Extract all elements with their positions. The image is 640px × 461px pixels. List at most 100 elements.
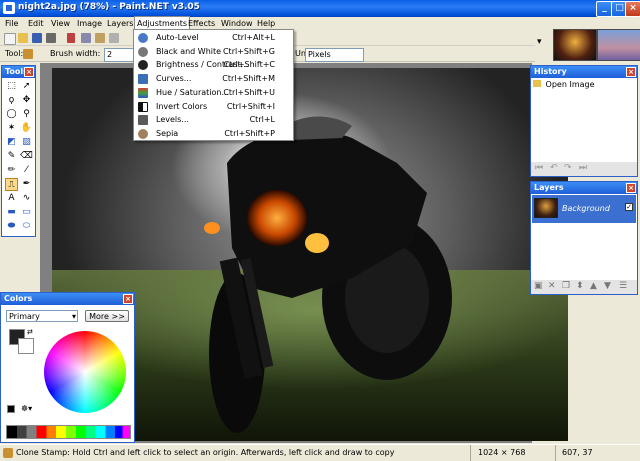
history-panel: History × Open Image ⏮ ↶ ↷ ⏭ [530, 65, 638, 177]
menu-item-invert-colors[interactable]: Invert Colors Ctrl+Shift+I [134, 100, 293, 114]
menu-item-auto-level[interactable]: Auto-Level Ctrl+Alt+L [134, 31, 293, 45]
gradient-icon[interactable]: ▨ [20, 136, 33, 149]
layer-row[interactable]: Background ✓ [532, 195, 636, 223]
magic-wand-icon[interactable]: ✶ [5, 122, 18, 135]
undo-icon[interactable]: ↶ [550, 163, 558, 173]
redo-icon[interactable]: ↷ [564, 163, 572, 173]
print-icon[interactable] [46, 33, 56, 43]
paste-icon[interactable] [95, 33, 105, 43]
ellipse-icon[interactable]: ⬬ [5, 220, 18, 233]
lasso-select-icon[interactable]: ϙ [5, 94, 18, 107]
duplicate-layer-icon[interactable]: ❐ [562, 281, 570, 291]
menu-image[interactable]: Image [75, 17, 104, 30]
menu-item-shortcut: Ctrl+Shift+I [226, 101, 275, 111]
clone-stamp-tool-icon[interactable] [23, 49, 33, 59]
reset-colors-icon[interactable] [7, 405, 15, 413]
title-bar: night2a.jpg (78%) - Paint.NET v3.05 _ □ … [0, 0, 640, 17]
menu-view[interactable]: View [49, 17, 72, 30]
zoom-icon[interactable]: ⚲ [20, 108, 33, 121]
brush-width-label: Brush width: [50, 49, 101, 58]
menu-item-sepia[interactable]: Sepia Ctrl+Shift+P [134, 127, 293, 141]
menu-item-shortcut: Ctrl+Alt+L [232, 33, 275, 42]
secondary-color-swatch[interactable] [18, 338, 34, 354]
tool-label: Tool: [5, 49, 24, 58]
layers-title-bar: Layers × [531, 182, 637, 194]
image-thumbnail-night2a[interactable] [553, 29, 597, 61]
open-icon[interactable] [18, 33, 28, 43]
invert-colors-icon [138, 101, 148, 112]
layers-close-icon[interactable]: × [626, 183, 636, 193]
status-divider [555, 445, 556, 461]
new-icon[interactable] [4, 33, 16, 45]
layer-thumbnail [534, 198, 558, 218]
brush-width-select[interactable]: 2 [104, 48, 136, 62]
move-layer-down-icon[interactable]: ▼ [604, 281, 611, 291]
close-button[interactable]: × [625, 1, 640, 17]
rewind-icon[interactable]: ⏮ [535, 163, 543, 173]
text-icon[interactable]: A [5, 192, 18, 205]
move-icon[interactable]: ✥ [20, 94, 33, 107]
merge-layer-icon[interactable]: ⬍ [576, 281, 584, 291]
layer-visibility-checkbox[interactable]: ✓ [625, 203, 633, 211]
palette-menu-icon[interactable]: ☸▾ [21, 404, 32, 413]
colors-title: Colors [4, 294, 33, 303]
menu-item-shortcut: Ctrl+Shift+C [223, 60, 275, 70]
menu-item-shortcut: Ctrl+Shift+P [224, 128, 275, 138]
clone-stamp-icon[interactable]: ⎍ [5, 178, 18, 191]
thumbnail-dropdown-icon[interactable]: ▾ [537, 37, 542, 47]
eraser-icon[interactable]: ⌫ [20, 150, 33, 163]
rectangle-icon[interactable]: ▬ [5, 206, 18, 219]
auto-level-icon [138, 33, 148, 43]
history-close-icon[interactable]: × [626, 67, 636, 77]
open-image-icon [533, 80, 541, 87]
paintbrush-icon[interactable]: ✎ [5, 150, 18, 163]
move-selection-icon[interactable]: ➚ [20, 80, 33, 93]
cut-icon[interactable] [67, 33, 75, 43]
color-palette-strip[interactable] [6, 425, 131, 439]
layers-controls: ▣ ✕ ❐ ⬍ ▲ ▼ ☰ [531, 280, 637, 294]
colors-close-icon[interactable]: × [123, 294, 133, 304]
save-icon[interactable] [32, 33, 42, 43]
ellipse-select-icon[interactable]: ◯ [5, 108, 18, 121]
menu-layers[interactable]: Layers [105, 17, 135, 30]
menu-edit[interactable]: Edit [26, 17, 46, 30]
menu-item-levels[interactable]: Levels... Ctrl+L [134, 113, 293, 127]
swap-colors-icon[interactable]: ⇄ [27, 328, 33, 336]
menu-item-label: Auto-Level [156, 33, 199, 42]
line-curve-icon[interactable]: ∿ [20, 192, 33, 205]
tools-close-icon[interactable]: × [24, 67, 34, 77]
image-thumbnail-2[interactable] [597, 29, 640, 61]
menu-item-hue-saturation[interactable]: Hue / Saturation... Ctrl+Shift+U [134, 86, 293, 100]
app-icon [3, 2, 15, 14]
color-wheel[interactable] [44, 331, 126, 413]
pan-icon[interactable]: ✋ [20, 122, 33, 135]
colors-panel: Colors × Primary ▾ More >> ⇄ ☸▾ [0, 292, 135, 443]
color-picker-icon[interactable]: ⁄ [20, 164, 33, 177]
freeform-shape-icon[interactable]: ⬭ [20, 220, 33, 233]
move-layer-up-icon[interactable]: ▲ [590, 281, 597, 291]
menu-file[interactable]: File [3, 17, 20, 30]
history-item[interactable]: Open Image [533, 80, 635, 91]
color-mode-select[interactable]: Primary ▾ [6, 310, 78, 322]
rectangle-select-icon[interactable]: ⬚ [5, 80, 18, 93]
fast-forward-icon[interactable]: ⏭ [579, 163, 587, 173]
menu-item-label: Sepia [156, 128, 179, 138]
units-select[interactable]: Pixels [305, 48, 364, 62]
rounded-rectangle-icon[interactable]: ▭ [20, 206, 33, 219]
menu-item-brightness-contrast[interactable]: Brightness / Contrast... Ctrl+Shift+C [134, 58, 293, 72]
menu-item-curves[interactable]: Curves... Ctrl+Shift+M [134, 72, 293, 86]
layer-properties-icon[interactable]: ☰ [619, 281, 627, 291]
recolor-icon[interactable]: ✒ [20, 178, 33, 191]
menu-item-black-and-white[interactable]: Black and White Ctrl+Shift+G [134, 45, 293, 59]
copy-icon[interactable] [81, 33, 91, 43]
paint-bucket-icon[interactable]: ◩ [5, 136, 18, 149]
history-item-label: Open Image [545, 80, 595, 89]
add-layer-icon[interactable]: ▣ [534, 281, 543, 291]
crop-icon[interactable] [109, 33, 119, 43]
more-colors-button[interactable]: More >> [85, 310, 129, 322]
menu-item-shortcut: Ctrl+Shift+M [222, 74, 275, 84]
menu-item-shortcut: Ctrl+L [249, 115, 275, 125]
pencil-icon[interactable]: ✏ [5, 164, 18, 177]
delete-layer-icon[interactable]: ✕ [548, 281, 556, 291]
brightness-contrast-icon [138, 60, 148, 71]
